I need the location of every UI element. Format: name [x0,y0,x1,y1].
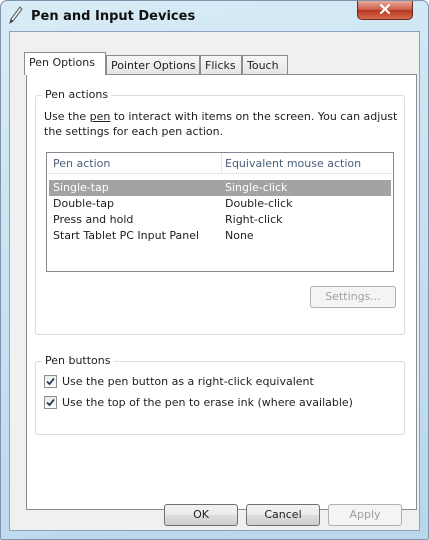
pen-icon [7,5,25,25]
tab-label: Pointer Options [111,59,196,72]
checkmark-icon [46,377,55,386]
tab-label: Pen Options [29,56,95,69]
column-header-pen-action[interactable]: Pen action [53,157,110,170]
pen-link-text: pen [89,110,111,123]
settings-button[interactable]: Settings... [310,286,396,308]
list-row[interactable]: Single-tap Single-click [49,180,391,196]
pen-buttons-legend: Pen buttons [42,354,114,367]
right-click-label: Use the pen button as a right-click equi… [62,375,314,388]
row-mouse-action: Double-click [225,197,293,210]
row-action: Double-tap [53,197,114,210]
row-mouse-action: Single-click [225,181,288,194]
tab-flicks[interactable]: Flicks [200,55,242,75]
window-title: Pen and Input Devices [31,9,196,24]
checkmark-icon [46,398,55,407]
column-header-mouse-action[interactable]: Equivalent mouse action [225,157,361,170]
close-button[interactable] [357,1,413,20]
tab-pen-options[interactable]: Pen Options [24,52,106,75]
erase-label: Use the top of the pen to erase ink (whe… [62,396,353,409]
tab-panel-pen-options: Pen actions Use the pen to interact with… [26,74,417,510]
dialog-client-area: Pen Options Pointer Options Flicks Touch… [9,31,420,531]
column-separator[interactable] [221,153,222,173]
list-row[interactable]: Start Tablet PC Input Panel None [47,228,393,244]
description-text: the settings for each pen action. [44,125,224,138]
dialog-window: Pen and Input Devices Pen Options Pointe… [0,0,429,540]
description-text: Use the [44,110,90,123]
pen-actions-list[interactable]: Pen action Equivalent mouse action Singl… [46,152,394,272]
erase-checkbox[interactable] [44,396,57,409]
pen-actions-description: Use the pen to interact with items on th… [44,109,404,139]
right-click-checkbox[interactable] [44,375,57,388]
apply-button[interactable]: Apply [328,504,402,526]
cancel-button[interactable]: Cancel [246,504,320,526]
pen-buttons-group: Pen buttons Use the pen button as a righ… [35,354,405,435]
tab-pointer-options[interactable]: Pointer Options [106,55,200,75]
list-row[interactable]: Double-tap Double-click [47,196,393,212]
pen-actions-group: Pen actions Use the pen to interact with… [35,88,405,335]
pen-actions-legend: Pen actions [42,88,112,101]
description-text: to interact with items on the screen. Yo… [110,110,398,123]
list-row[interactable]: Press and hold Right-click [47,212,393,228]
row-action: Press and hold [53,213,134,226]
close-icon [378,3,392,15]
tab-label: Touch [247,59,279,72]
title-bar[interactable]: Pen and Input Devices [1,1,428,31]
ok-button[interactable]: OK [164,504,238,526]
row-action: Single-tap [53,181,109,194]
tab-touch[interactable]: Touch [242,55,288,75]
row-action: Start Tablet PC Input Panel [53,229,200,242]
row-mouse-action: Right-click [225,213,283,226]
list-header: Pen action Equivalent mouse action [47,153,393,174]
row-mouse-action: None [225,229,254,242]
tab-label: Flicks [205,59,236,72]
